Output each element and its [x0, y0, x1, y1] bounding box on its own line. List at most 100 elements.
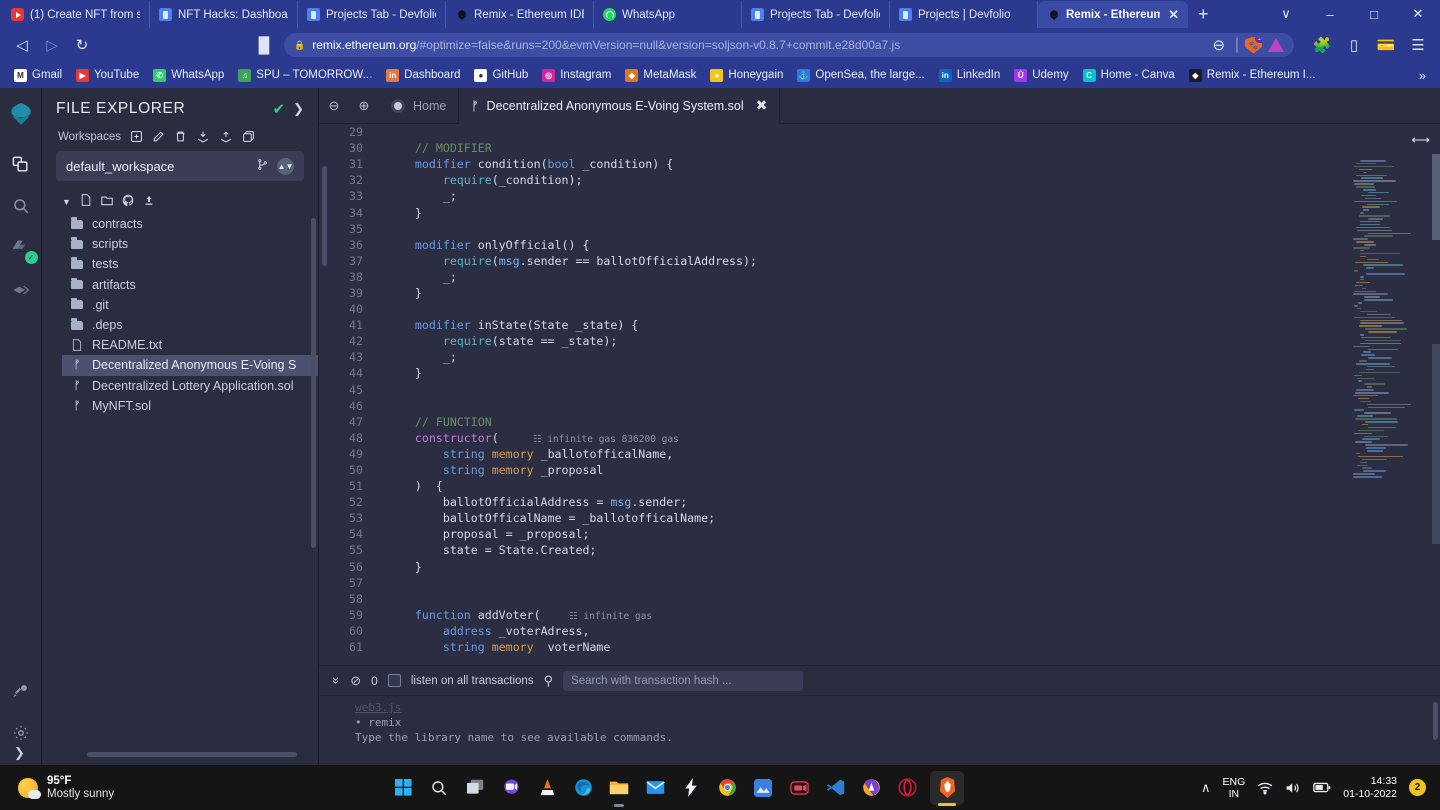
- zoom-out-icon[interactable]: ⊖: [319, 88, 349, 124]
- close-icon[interactable]: ✖: [756, 97, 768, 114]
- browser-tab[interactable]: NFT Hacks: Dashboard: [150, 1, 298, 28]
- forward-button[interactable]: ▷: [38, 31, 66, 59]
- chevron-down-icon[interactable]: ▲▼: [277, 157, 294, 175]
- brave-shields-icon[interactable]: 🐾 16: [1245, 36, 1262, 54]
- back-button[interactable]: ◁: [8, 31, 36, 59]
- file-tree-row[interactable]: scripts: [62, 234, 318, 254]
- file-tree-row[interactable]: .deps: [62, 315, 318, 335]
- mail-icon[interactable]: [642, 773, 668, 803]
- resize-icon[interactable]: ⟷: [1411, 132, 1430, 148]
- workspace-selector[interactable]: default_workspace ▲▼: [56, 151, 304, 181]
- remix-logo-icon[interactable]: [4, 96, 38, 132]
- close-icon[interactable]: ✕: [1168, 7, 1179, 23]
- browser-tab[interactable]: Projects | Devfolio: [890, 1, 1038, 28]
- vlc-icon[interactable]: [534, 773, 560, 803]
- transaction-search-input[interactable]: Search with transaction hash ...: [563, 670, 804, 691]
- language-indicator[interactable]: ENG IN: [1223, 776, 1246, 800]
- chrome-icon[interactable]: [714, 773, 740, 803]
- editor-minimap[interactable]: ⟷: [1344, 124, 1440, 665]
- chevron-right-icon[interactable]: ❯: [293, 101, 304, 117]
- solidity-compiler-icon[interactable]: ✓: [4, 230, 38, 266]
- edge-icon[interactable]: [570, 773, 596, 803]
- brave-icon[interactable]: [930, 770, 964, 805]
- duplicate-workspace-icon[interactable]: [242, 130, 255, 143]
- camera-app-icon[interactable]: [786, 773, 812, 803]
- maximize-button[interactable]: □: [1352, 0, 1396, 28]
- github-icon[interactable]: [122, 194, 135, 210]
- git-branch-icon[interactable]: [256, 158, 269, 174]
- new-file-icon[interactable]: [79, 193, 92, 210]
- start-button[interactable]: [390, 773, 416, 803]
- bookmarks-overflow-button[interactable]: »: [1413, 68, 1432, 83]
- file-explorer-icon[interactable]: [4, 146, 38, 182]
- plugin-manager-icon[interactable]: [4, 673, 38, 709]
- file-tree-row[interactable]: ᚠ Decentralized Anonymous E-Voing S: [62, 355, 318, 376]
- wallet-icon[interactable]: 💳: [1372, 31, 1400, 59]
- weather-widget[interactable]: 95°F Mostly sunny: [0, 775, 390, 801]
- bookmark-item[interactable]: ◎ Instagram: [536, 67, 617, 84]
- bookmark-item[interactable]: Û Udemy: [1008, 67, 1074, 84]
- terminal-collapse-icon[interactable]: »: [329, 677, 344, 684]
- create-workspace-icon[interactable]: [130, 130, 143, 143]
- notification-badge[interactable]: 2: [1409, 779, 1426, 796]
- file-tree-row[interactable]: tests: [62, 254, 318, 274]
- file-tree[interactable]: contracts scripts tests artifacts .git .deps R…: [42, 214, 318, 765]
- collapse-all-icon[interactable]: ▼: [62, 197, 71, 207]
- browser-tab[interactable]: (1) Create NFT from scr: [2, 1, 150, 28]
- minimap-handle[interactable]: [1432, 154, 1440, 240]
- code-editor[interactable]: 29 30 // MODIFIER 31 modifier condition(bo…: [319, 124, 1440, 665]
- brave-rewards-icon[interactable]: [1268, 38, 1284, 52]
- search-taskbar-icon[interactable]: [426, 773, 452, 803]
- clock[interactable]: 14:33 01-10-2022: [1343, 775, 1397, 801]
- address-bar[interactable]: 🔒 remix.ethereum.org/#optimize=false&run…: [284, 33, 1294, 57]
- terminal-scrollbar[interactable]: [1433, 702, 1438, 740]
- terminal-output[interactable]: web3.js • remix Type the library name to …: [319, 696, 1440, 765]
- bookmark-item[interactable]: ✆ WhatsApp: [147, 67, 230, 84]
- avast-icon[interactable]: [858, 773, 884, 803]
- file-tree-row[interactable]: contracts: [62, 214, 318, 234]
- menu-icon[interactable]: ☰: [1404, 31, 1432, 59]
- listen-checkbox[interactable]: [387, 674, 401, 687]
- clear-console-icon[interactable]: ⊘: [350, 673, 361, 689]
- new-folder-icon[interactable]: [100, 193, 114, 210]
- extensions-icon[interactable]: 🧩: [1308, 31, 1336, 59]
- browser-tab[interactable]: Projects Tab - Devfolio: [742, 1, 890, 28]
- file-panel-hscrollbar[interactable]: [87, 752, 297, 757]
- bookmark-item[interactable]: ● Honeygain: [704, 67, 789, 84]
- sidebar-icon[interactable]: ▯: [1340, 31, 1368, 59]
- teams-icon[interactable]: [498, 773, 524, 803]
- close-window-button[interactable]: ✕: [1396, 0, 1440, 28]
- file-panel-scrollbar[interactable]: [311, 218, 316, 548]
- tab-list-button[interactable]: ∨: [1264, 0, 1308, 28]
- terminal-prompt[interactable]: ❯: [14, 745, 25, 761]
- browser-tab[interactable]: Remix - Ethereum IDE: [446, 1, 594, 28]
- bookmark-item[interactable]: ◆ MetaMask: [619, 67, 702, 84]
- zoom-out-icon[interactable]: ⊖: [1209, 31, 1229, 59]
- rename-workspace-icon[interactable]: [152, 130, 165, 143]
- photos-icon[interactable]: [750, 773, 776, 803]
- restore-workspace-icon[interactable]: [219, 130, 233, 143]
- bookmark-item[interactable]: ▶ YouTube: [70, 67, 145, 84]
- bookmark-item[interactable]: ♫ SPU – TOMORROW...: [232, 67, 378, 84]
- new-tab-button[interactable]: +: [1188, 1, 1219, 28]
- editor-left-scrollbar[interactable]: [322, 166, 327, 266]
- terminal-search-icon[interactable]: ⚲: [544, 673, 554, 689]
- deploy-run-icon[interactable]: [4, 272, 38, 308]
- download-workspace-icon[interactable]: [196, 130, 210, 143]
- file-tree-row[interactable]: ᚠ MyNFT.sol: [62, 396, 318, 416]
- file-tree-row[interactable]: .git: [62, 295, 318, 315]
- reload-button[interactable]: ↻: [68, 31, 96, 59]
- search-icon[interactable]: [4, 188, 38, 224]
- delete-workspace-icon[interactable]: [174, 130, 187, 143]
- code-lines-container[interactable]: 29 30 // MODIFIER 31 modifier condition(bo…: [331, 124, 1344, 665]
- file-tree-row[interactable]: ᚠ Decentralized Lottery Application.sol: [62, 376, 318, 396]
- browser-tab[interactable]: WhatsApp: [594, 1, 742, 28]
- vscode-icon[interactable]: [822, 773, 848, 803]
- wifi-icon[interactable]: [1257, 781, 1273, 795]
- bookmark-item[interactable]: M Gmail: [8, 67, 68, 84]
- tray-chevron-icon[interactable]: ∧: [1201, 780, 1211, 796]
- volume-icon[interactable]: [1285, 781, 1301, 795]
- publish-icon[interactable]: [143, 194, 155, 210]
- minimap-viewport[interactable]: [1432, 344, 1440, 544]
- file-tree-row[interactable]: artifacts: [62, 275, 318, 295]
